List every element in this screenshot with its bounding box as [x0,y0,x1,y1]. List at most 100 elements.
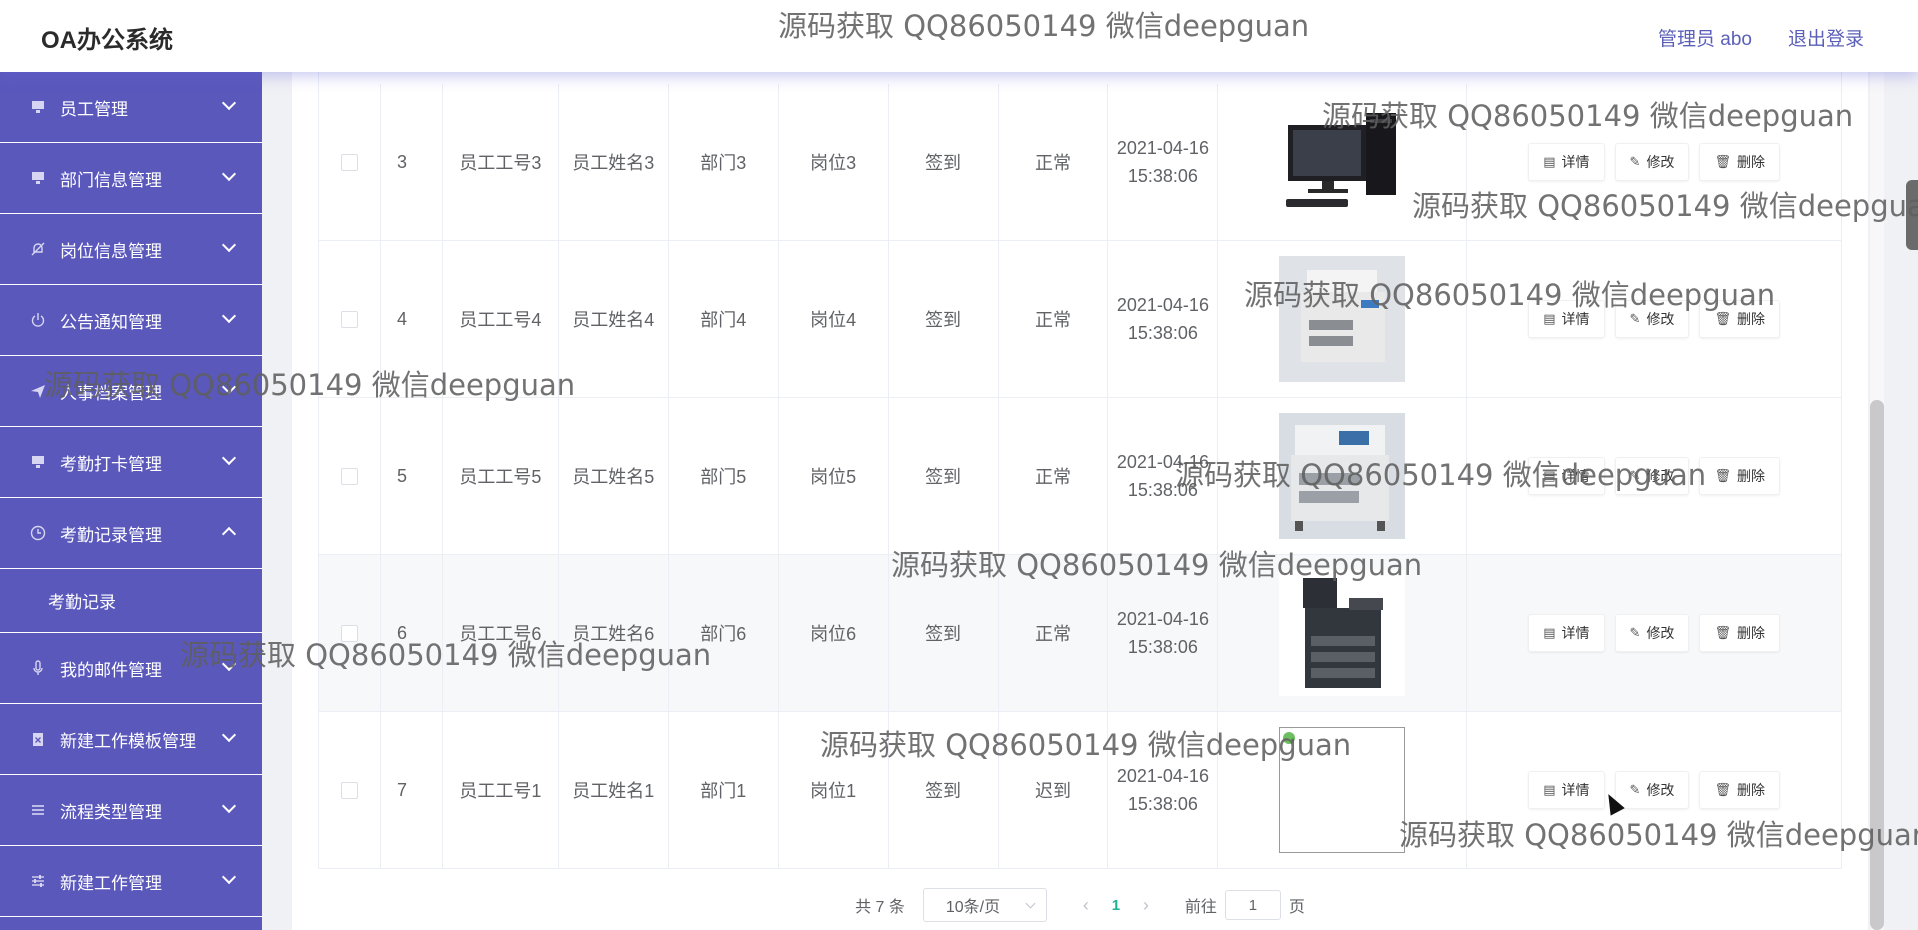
sliders-icon [28,871,48,891]
list-icon [28,800,48,820]
row-checkbox[interactable] [340,624,358,642]
row-checkbox-cell [319,398,381,554]
sidebar-item[interactable]: 新建工作模板管理 [0,704,262,775]
table-row: 5 员工工号5 员工姓名5 部门5 岗位5 签到 正常 2021-04-16 15:38:06… [319,398,1841,555]
position: 岗位3 [779,84,889,240]
edit-label: 修改 [1646,782,1675,798]
delete-button[interactable]: 🗑 删除 [1699,457,1780,495]
goto-page: 前往 页 [1185,890,1305,920]
edit-button[interactable]: ✎ 修改 [1614,143,1690,181]
detail-button[interactable]: ▤ 详情 [1528,143,1605,181]
sidebar-item[interactable]: 公告通知管理 [0,285,262,356]
next-page-icon[interactable]: › [1131,895,1161,916]
sidebar-item[interactable]: 考勤打卡管理 [0,427,262,498]
row-actions: ▤ 详情 ✎ 修改 🗑 删除 [1467,712,1841,868]
row-checkbox[interactable] [340,153,358,171]
edit-label: 修改 [1646,154,1675,170]
sidebar-item[interactable]: 新建工作管理 [0,846,262,917]
record-image [1279,413,1406,539]
sidebar-item[interactable]: 员工管理 [0,72,262,143]
position: 岗位1 [779,712,889,868]
record-image [1279,256,1406,382]
pagination: 共 7 条 10条/页 ‹ 1 › 前往 页 [292,885,1868,925]
top-header: OA办公系统 管理员 abo 退出登录 [0,0,1918,72]
delete-button[interactable]: 🗑 删除 [1699,771,1780,809]
row-index: 4 [381,241,443,397]
document-icon: ▤ [1543,625,1556,640]
chevron-down-icon [1025,898,1036,909]
row-checkbox[interactable] [340,781,358,799]
employee-number: 员工工号1 [443,712,559,868]
monitor-icon [28,452,48,472]
goto-suffix: 页 [1288,899,1305,916]
sidebar-item-label: 新建工作模板管理 [60,731,196,751]
goto-page-input[interactable] [1224,890,1281,920]
image-cell [1218,712,1468,868]
detail-button[interactable]: ▤ 详情 [1528,771,1605,809]
attendance-status: 正常 [999,555,1109,711]
position: 岗位5 [779,398,889,554]
detail-button[interactable]: ▤ 详情 [1528,614,1605,652]
pencil-icon: ✎ [1629,468,1641,483]
page-number[interactable]: 1 [1101,897,1131,914]
logout-link[interactable]: 退出登录 [1788,24,1864,51]
image-cell [1218,398,1468,554]
delete-button[interactable]: 🗑 删除 [1699,614,1780,652]
edit-button[interactable]: ✎ 修改 [1614,300,1690,338]
clipboard-icon [28,729,48,749]
detail-button[interactable]: ▤ 详情 [1528,457,1605,495]
row-actions: ▤ 详情 ✎ 修改 🗑 删除 [1467,398,1841,554]
table-row: 3 员工工号3 员工姓名3 部门3 岗位3 签到 正常 2021-04-16 15:38:06… [319,72,1841,241]
sidebar-item[interactable]: 流程类型管理 [0,775,262,846]
sidebar-item[interactable]: 我的邮件管理 [0,633,262,704]
position: 岗位6 [779,555,889,711]
employee-name: 员工姓名6 [559,555,669,711]
detail-button[interactable]: ▤ 详情 [1528,300,1605,338]
delete-button[interactable]: 🗑 删除 [1699,143,1780,181]
row-checkbox[interactable] [340,467,358,485]
detail-label: 详情 [1561,468,1590,484]
sidebar-item-label: 部门信息管理 [60,170,162,190]
row-checkbox[interactable] [340,310,358,328]
prev-page-icon[interactable]: ‹ [1071,895,1101,916]
document-icon: ▤ [1543,782,1556,797]
sidebar-item[interactable]: 部门信息管理 [0,143,262,214]
bell-off-icon [28,239,48,259]
trash-icon: 🗑 [1714,468,1731,483]
employee-number: 员工工号4 [443,241,559,397]
page-size-select[interactable]: 10条/页 [922,888,1047,922]
pencil-icon: ✎ [1629,625,1641,640]
chevron-up-icon [221,526,237,542]
sidebar-item-label: 流程类型管理 [60,802,162,822]
side-tab-handle[interactable] [1906,180,1918,250]
row-checkbox-cell [319,712,381,868]
sidebar-item[interactable]: 人事档案管理 [0,356,262,427]
sidebar-item[interactable]: 考勤记录管理 [0,498,262,569]
delete-button[interactable]: 🗑 删除 [1699,300,1780,338]
trash-icon: 🗑 [1714,782,1731,797]
edit-button[interactable]: ✎ 修改 [1614,614,1690,652]
monitor-icon [28,97,48,117]
sidebar-subitem-attendance-records[interactable]: 考勤记录 [0,569,262,633]
trash-icon: 🗑 [1714,311,1731,326]
sidebar: 员工管理部门信息管理岗位信息管理 公告通知管理 人事档案管理 考勤打卡管理 考勤记录管理… [0,72,262,930]
scrollbar-thumb[interactable] [1870,400,1884,930]
row-index: 3 [381,84,443,240]
clock-type: 签到 [889,241,999,397]
trash-icon: 🗑 [1714,154,1731,169]
chevron-down-icon [221,95,237,111]
brand-title: OA办公系统 [41,27,173,54]
edit-button[interactable]: ✎ 修改 [1614,771,1690,809]
delete-label: 删除 [1736,468,1765,484]
sidebar-item[interactable]: 岗位信息管理 [0,214,262,285]
chevron-down-icon [221,727,237,743]
edit-button[interactable]: ✎ 修改 [1614,457,1690,495]
pencil-icon: ✎ [1629,154,1641,169]
clock-type: 签到 [889,712,999,868]
edit-label: 修改 [1646,311,1675,327]
attendance-status: 正常 [999,398,1109,554]
clock-time: 2021-04-16 15:38:06 [1108,84,1219,240]
row-index: 7 [381,712,443,868]
clock-icon [28,523,48,543]
employee-number: 员工工号5 [443,398,559,554]
